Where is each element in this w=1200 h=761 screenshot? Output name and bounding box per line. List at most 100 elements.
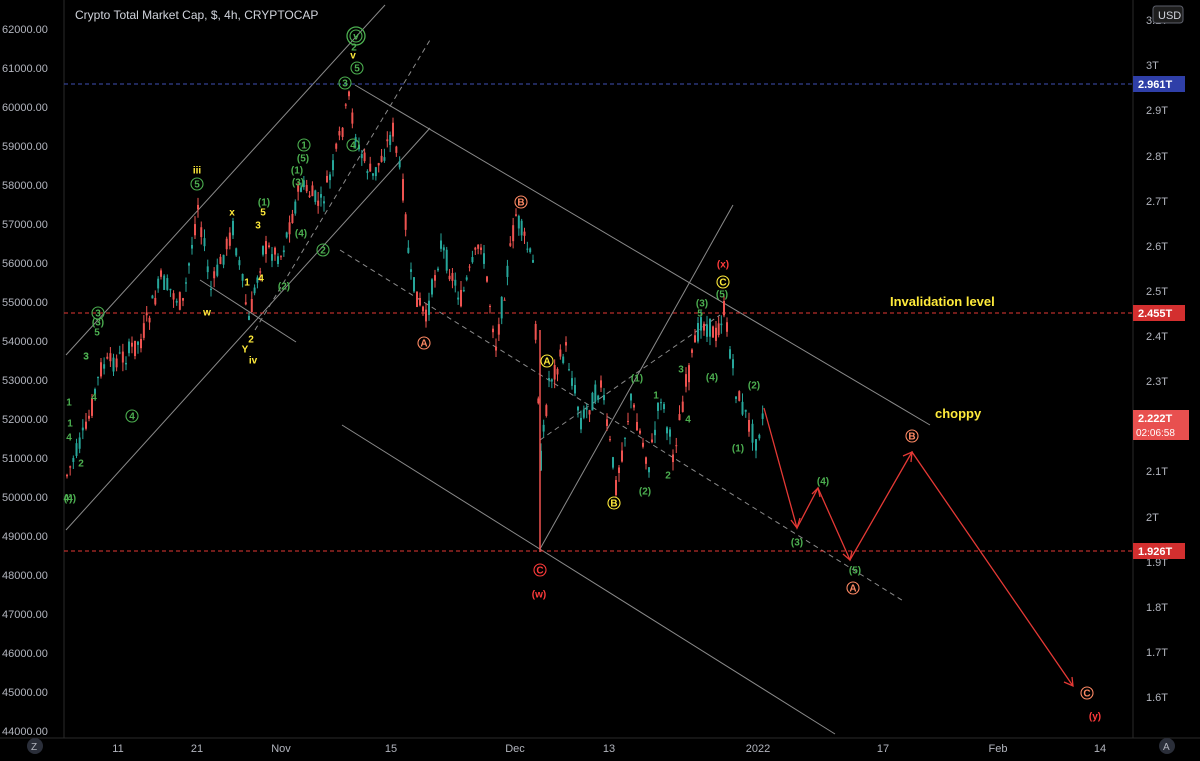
price-label-2455: 2.455T [1133, 305, 1185, 321]
candle-body [703, 323, 705, 331]
candle-body [222, 254, 225, 265]
candle-body [294, 201, 297, 214]
candle-body [66, 474, 68, 477]
candle-body [648, 467, 650, 473]
candle-body [335, 143, 338, 149]
wave-label: 2 [78, 459, 84, 470]
time-axis-tick: 13 [603, 743, 615, 755]
candle-body [100, 362, 102, 377]
candle-body [709, 318, 711, 337]
candle-body [282, 250, 285, 253]
candle-body [431, 279, 433, 295]
candle-body [203, 238, 206, 247]
auto-scale-button[interactable]: A [1159, 738, 1175, 754]
candle-body [542, 424, 545, 432]
candle-body [636, 421, 638, 431]
wave-label: (1) [732, 444, 744, 455]
candle-body [137, 341, 139, 345]
candle-body [386, 139, 389, 142]
candle-body [715, 327, 717, 341]
candle-body [460, 289, 462, 307]
wave-label: (2) [639, 487, 651, 498]
candle-body [154, 297, 157, 305]
candle-body [88, 415, 90, 419]
candle-body [738, 391, 741, 401]
left-axis-tick: 56000.00 [2, 258, 48, 270]
wave-label: Y [242, 345, 249, 356]
candle-body [131, 342, 133, 347]
price-label-1926: 1.926T [1133, 543, 1185, 559]
candle-body [545, 405, 548, 416]
wave-label: 3 [342, 79, 348, 90]
left-axis-tick: 46000.00 [2, 648, 48, 660]
candle-body [338, 131, 341, 136]
candle-body [140, 339, 142, 349]
candle-body [311, 185, 314, 197]
chart-root[interactable]: iii 5 x 5 3 w 1 4 2 Yiv 3 (3) 5 3 4 4 1 2 (4) (1) (2) (1) (5) 1… [0, 0, 1200, 761]
candle-body [395, 146, 398, 153]
candle-body [115, 358, 118, 368]
wave-label: w [202, 308, 211, 319]
candle-body [235, 248, 238, 256]
candle-body [169, 288, 172, 291]
candle-body [332, 160, 334, 171]
candle-body [500, 296, 503, 319]
candle-body [128, 341, 130, 354]
candle-body [219, 256, 222, 265]
wave-label: 2 [248, 335, 254, 346]
candle-body [274, 247, 276, 255]
price-label-last-text: 2.222T [1138, 413, 1173, 425]
wave-label: 4 [91, 393, 97, 404]
candle-body [145, 312, 148, 316]
candle-body [633, 404, 635, 408]
currency-button[interactable]: USD [1152, 5, 1184, 24]
wave-label: (4) [817, 477, 829, 488]
candle-body [228, 232, 231, 246]
candle-body [163, 275, 166, 290]
candle-body [471, 257, 474, 263]
right-axis-tick: 2.3T [1146, 376, 1168, 388]
candle-body [416, 291, 418, 307]
candle-body [758, 434, 761, 439]
candle-body [308, 195, 311, 198]
candle-body [366, 171, 369, 173]
wave-label: (x) [717, 260, 729, 271]
candle-body [562, 356, 565, 363]
candle-body [185, 282, 187, 284]
choppy-text: choppy [935, 406, 982, 421]
candle-body [425, 309, 427, 322]
wave-label: 5 [260, 208, 266, 219]
candle-body [618, 467, 620, 473]
candle-body [419, 297, 421, 306]
candle-body [529, 248, 532, 253]
wave-label: 2 [320, 246, 326, 257]
candle-body [72, 458, 75, 462]
candle-body [580, 417, 582, 430]
candle-body [428, 300, 430, 315]
left-axis-tick: 44000.00 [2, 726, 48, 738]
candle-body [244, 302, 247, 305]
left-axis-tick: 52000.00 [2, 414, 48, 426]
candle-body [495, 346, 497, 351]
candle-body [474, 247, 477, 250]
left-axis-tick: 47000.00 [2, 609, 48, 621]
candle-body [97, 377, 99, 379]
right-axis-tick: 1.7T [1146, 647, 1168, 659]
candle-body [571, 378, 573, 386]
price-label-1926-text: 1.926T [1138, 546, 1173, 558]
candle-body [118, 352, 121, 354]
candle-body [81, 427, 84, 431]
candle-body [548, 378, 550, 381]
candle-body [462, 290, 465, 292]
right-axis-tick: 2.8T [1146, 151, 1168, 163]
wave-label: B [610, 499, 617, 510]
candle-body [624, 437, 626, 439]
candle-body [512, 225, 515, 242]
wave-label: (3) [791, 538, 803, 549]
left-axis-tick: 61000.00 [2, 63, 48, 75]
candle-body [285, 232, 288, 238]
wave-label: 2 [665, 471, 671, 482]
price-chart[interactable]: iii5x 53w1 42Yiv3(3)534412(4)(1)(2)(1)(5)1… [0, 0, 1200, 761]
candle-body [691, 349, 693, 353]
zoom-button[interactable]: Z [27, 738, 43, 754]
